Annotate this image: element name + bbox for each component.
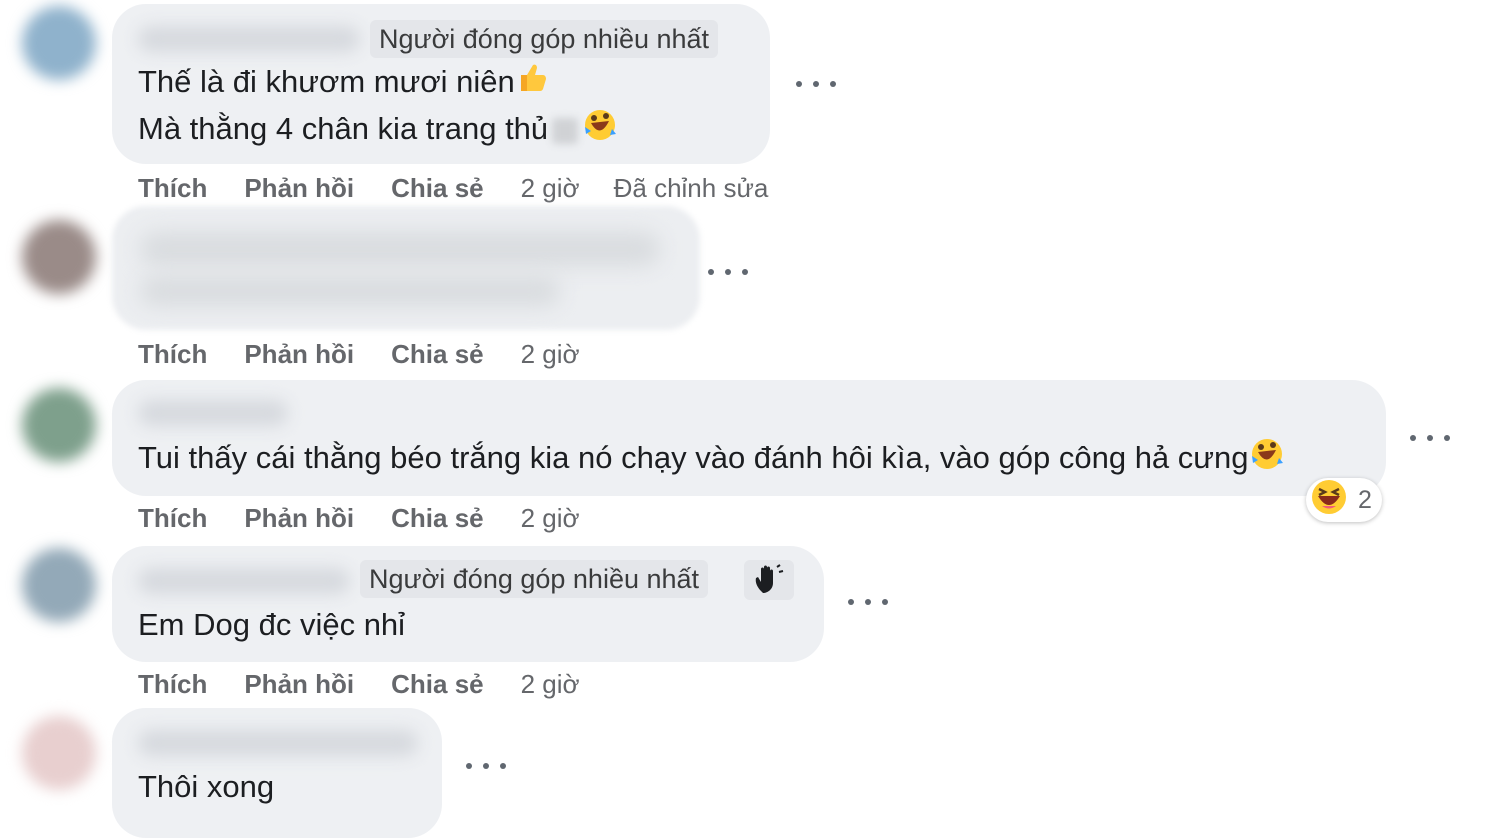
top-contributor-badge[interactable]: Người đóng góp nhiều nhất: [360, 560, 709, 598]
censored-text-blur: [552, 117, 579, 144]
comment-timestamp[interactable]: 2 giờ: [521, 503, 580, 534]
comment-actions: Thích Phản hồi Chia sẻ 2 giờ: [138, 500, 614, 536]
comment-timestamp[interactable]: 2 giờ: [521, 339, 580, 370]
share-button[interactable]: Chia sẻ: [391, 669, 484, 700]
reaction-count: 2: [1358, 485, 1372, 514]
comment-timestamp[interactable]: 2 giờ: [521, 173, 580, 204]
comment-actions: Thích Phản hồi Chia sẻ 2 giờ Đã chỉnh sử…: [138, 170, 768, 206]
commenter-avatar[interactable]: [22, 220, 96, 294]
commenter-avatar[interactable]: [22, 716, 96, 790]
waving-hand-badge[interactable]: [744, 560, 794, 600]
commenter-name[interactable]: [138, 730, 418, 756]
commenter-avatar[interactable]: [22, 6, 96, 80]
commenter-name[interactable]: [138, 568, 350, 594]
share-button[interactable]: Chia sẻ: [391, 503, 484, 534]
comment-bubble: [112, 206, 700, 330]
more-options-icon[interactable]: [1410, 428, 1450, 448]
reply-button[interactable]: Phản hồi: [244, 173, 354, 204]
more-options-icon[interactable]: [708, 262, 748, 282]
reply-button[interactable]: Phản hồi: [244, 339, 354, 370]
laughing-emoji: [1310, 478, 1348, 523]
share-button[interactable]: Chia sẻ: [391, 339, 484, 370]
share-button[interactable]: Chia sẻ: [391, 173, 484, 204]
comment-text: Em Dog đc việc nhỉ: [138, 603, 405, 647]
top-contributor-badge[interactable]: Người đóng góp nhiều nhất: [370, 20, 719, 58]
comment-actions: Thích Phản hồi Chia sẻ 2 giờ: [138, 666, 614, 702]
comment-text: Thôi xong: [138, 765, 274, 809]
blurred-comment-text: [140, 232, 660, 266]
more-options-icon[interactable]: [796, 74, 836, 94]
comment-text: Thế là đi khươm mươi niên Mà thằng 4 châ…: [138, 60, 618, 155]
comment-line: Tui thấy cái thằng béo trắng kia nó chạy…: [138, 436, 1285, 484]
comment-text: Tui thấy cái thằng béo trắng kia nó chạy…: [138, 436, 1285, 484]
thumbs-up-emoji: [515, 61, 549, 107]
like-button[interactable]: Thích: [138, 669, 207, 700]
commenter-name[interactable]: [138, 26, 360, 52]
waving-hand-icon: [755, 564, 784, 593]
comment-line: Em Dog đc việc nhỉ: [138, 607, 406, 642]
like-button[interactable]: Thích: [138, 503, 207, 534]
comment-line: Mà thằng 4 chân kia trang thủ: [138, 107, 618, 155]
reply-button[interactable]: Phản hồi: [244, 669, 354, 700]
rofl-emoji: [582, 107, 618, 155]
reaction-summary[interactable]: 2: [1306, 478, 1382, 522]
reply-button[interactable]: Phản hồi: [244, 503, 354, 534]
more-options-icon[interactable]: [848, 592, 888, 612]
rofl-emoji: [1249, 436, 1285, 484]
like-button[interactable]: Thích: [138, 173, 207, 204]
commenter-avatar[interactable]: [22, 388, 96, 462]
more-options-icon[interactable]: [466, 756, 506, 776]
commenter-avatar[interactable]: [22, 548, 96, 622]
comment-actions: Thích Phản hồi Chia sẻ 2 giờ: [138, 336, 614, 372]
edited-label: Đã chỉnh sửa: [613, 172, 769, 203]
commenter-name[interactable]: [138, 400, 288, 426]
blurred-comment-text: [140, 276, 560, 306]
comment-timestamp[interactable]: 2 giờ: [521, 669, 580, 700]
like-button[interactable]: Thích: [138, 339, 207, 370]
comment-line: Thôi xong: [138, 769, 275, 804]
comment-line: Thế là đi khươm mươi niên: [138, 60, 618, 107]
